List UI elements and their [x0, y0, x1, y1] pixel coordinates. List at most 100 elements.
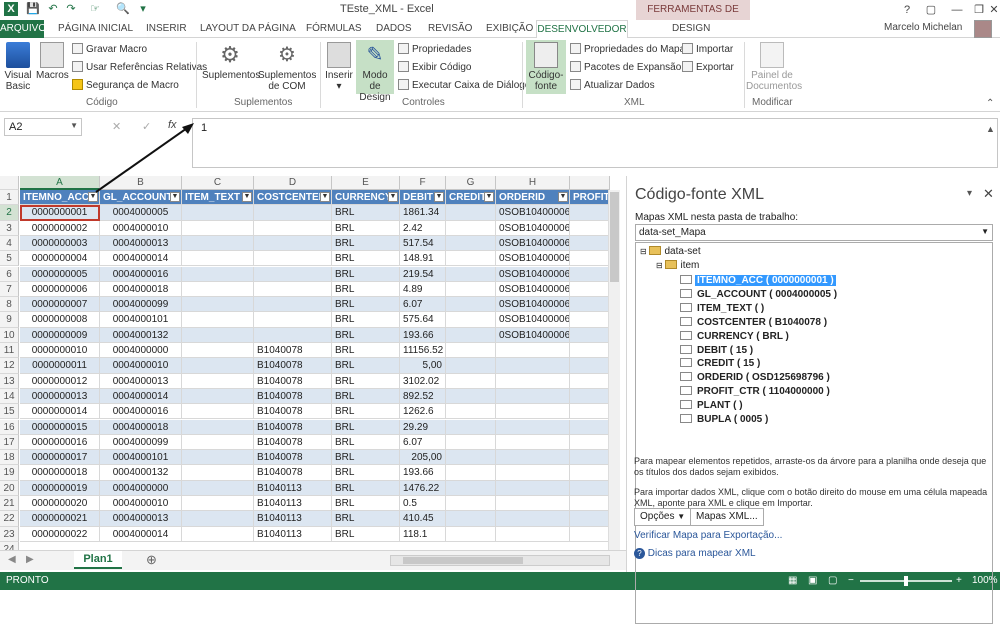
table-cell[interactable] — [182, 235, 254, 252]
table-cell[interactable] — [182, 465, 254, 481]
table-header-cell[interactable]: CURRENCY ▼ — [332, 190, 400, 206]
table-cell[interactable]: B1040078 — [254, 388, 332, 405]
table-cell[interactable]: 4.89 — [400, 281, 446, 298]
modo-design-button[interactable]: ✎ Modo de Design — [356, 40, 394, 103]
table-cell[interactable] — [446, 343, 496, 359]
table-cell[interactable]: 118.1 — [400, 526, 446, 542]
table-cell[interactable]: B1040113 — [254, 496, 332, 512]
table-cell[interactable]: 5,00 — [400, 358, 446, 374]
column-header[interactable]: F — [400, 176, 446, 190]
table-cell[interactable]: BRL — [332, 281, 400, 298]
table-cell[interactable]: BRL — [332, 511, 400, 527]
table-cell[interactable]: 0000000010 — [20, 343, 100, 359]
tab-pagina-inicial[interactable]: PÁGINA INICIAL — [58, 22, 133, 36]
table-cell[interactable]: BRL — [332, 450, 400, 466]
table-cell[interactable]: BRL — [332, 297, 400, 313]
user-name[interactable]: Marcelo Michelan — [884, 22, 962, 33]
save-icon[interactable]: 💾 — [26, 2, 40, 16]
table-cell[interactable]: 0000000015 — [20, 419, 100, 435]
table-cell[interactable] — [182, 266, 254, 282]
table-cell[interactable]: 0000000014 — [20, 404, 100, 420]
table-cell[interactable]: BRL — [332, 235, 400, 252]
tree-node-field[interactable]: ITEMNO_ACC ( 0000000001 ) — [680, 274, 836, 287]
row-header[interactable]: 11 — [0, 343, 19, 359]
scroll-thumb[interactable] — [610, 192, 619, 282]
table-cell[interactable]: 892.52 — [400, 388, 446, 405]
table-cell[interactable]: BRL — [332, 205, 400, 221]
print-preview-icon[interactable]: 🔍 — [116, 2, 130, 16]
table-cell[interactable] — [254, 251, 332, 267]
table-cell[interactable]: 0000000005 — [20, 266, 100, 282]
importar-button[interactable]: Importar — [682, 43, 733, 56]
row-header[interactable]: 18 — [0, 450, 19, 466]
tree-node-field[interactable]: CREDIT ( 15 ) — [680, 357, 762, 370]
table-cell[interactable]: 6.07 — [400, 434, 446, 451]
column-header[interactable]: E — [332, 176, 400, 190]
table-cell[interactable] — [570, 358, 610, 374]
table-cell[interactable]: 0000000002 — [20, 220, 100, 236]
table-cell[interactable]: 0000000013 — [20, 388, 100, 405]
table-cell[interactable] — [182, 419, 254, 435]
table-cell[interactable]: BRL — [332, 388, 400, 405]
executar-caixa-button[interactable]: Executar Caixa de Diálogo — [398, 79, 530, 92]
table-cell[interactable]: B1040113 — [254, 526, 332, 542]
table-cell[interactable] — [570, 450, 610, 466]
tree-node-field[interactable]: GL_ACCOUNT ( 0004000005 ) — [680, 288, 839, 301]
row-header[interactable]: 13 — [0, 373, 19, 389]
table-cell[interactable] — [446, 388, 496, 405]
tree-node-item[interactable]: ⊟ item — [656, 259, 699, 272]
table-cell[interactable] — [446, 235, 496, 252]
table-cell[interactable]: 0.5 — [400, 496, 446, 512]
row-header[interactable]: 21 — [0, 496, 19, 512]
column-header[interactable]: G — [446, 176, 496, 190]
tab-dados[interactable]: DADOS — [376, 22, 412, 36]
table-cell[interactable] — [446, 251, 496, 267]
column-header[interactable]: D — [254, 176, 332, 190]
table-cell[interactable] — [182, 220, 254, 236]
table-cell[interactable] — [254, 281, 332, 298]
table-cell[interactable]: B1040078 — [254, 434, 332, 451]
table-cell[interactable]: BRL — [332, 312, 400, 328]
table-cell[interactable]: 0000000019 — [20, 480, 100, 496]
pointer-icon[interactable]: ☞ — [88, 2, 102, 16]
table-cell[interactable]: 219.54 — [400, 266, 446, 282]
table-header-cell[interactable]: DEBIT ▼ — [400, 190, 446, 206]
table-cell[interactable] — [570, 343, 610, 359]
table-cell[interactable]: 0000000016 — [20, 434, 100, 451]
table-cell[interactable]: 0004000000 — [100, 480, 182, 496]
table-cell[interactable]: B1040078 — [254, 358, 332, 374]
column-header[interactable] — [570, 176, 610, 190]
table-cell[interactable] — [254, 327, 332, 343]
table-cell[interactable] — [182, 434, 254, 451]
row-header[interactable]: 9 — [0, 312, 19, 328]
table-cell[interactable]: 0004000010 — [100, 358, 182, 374]
table-cell[interactable] — [446, 419, 496, 435]
row-header[interactable]: 6 — [0, 266, 19, 282]
table-cell[interactable] — [182, 480, 254, 496]
table-cell[interactable]: 0000000022 — [20, 526, 100, 542]
table-cell[interactable]: 0SOB10400006 — [496, 220, 570, 236]
row-header[interactable]: 15 — [0, 404, 19, 420]
table-cell[interactable]: 0000000021 — [20, 511, 100, 527]
table-cell[interactable]: 11156.52 — [400, 343, 446, 359]
table-cell[interactable]: 0SOB10400006 — [496, 266, 570, 282]
table-cell[interactable] — [570, 373, 610, 389]
table-header-cell[interactable]: PROFIT — [570, 190, 610, 206]
collapse-ribbon-icon[interactable]: ⌃ — [986, 98, 994, 109]
table-cell[interactable] — [570, 327, 610, 343]
table-cell[interactable]: 0000000007 — [20, 297, 100, 313]
table-cell[interactable] — [496, 496, 570, 512]
table-cell[interactable] — [496, 526, 570, 542]
dicas-link-row[interactable]: ? Dicas para mapear XML — [634, 548, 756, 559]
table-cell[interactable]: B1040113 — [254, 480, 332, 496]
tree-node-field[interactable]: BUPLA ( 0005 ) — [680, 413, 770, 426]
table-cell[interactable]: BRL — [332, 526, 400, 542]
table-cell[interactable]: 0004000018 — [100, 281, 182, 298]
table-cell[interactable]: 0000000004 — [20, 251, 100, 267]
table-cell[interactable] — [446, 281, 496, 298]
table-cell[interactable]: 0SOB10400006 — [496, 297, 570, 313]
row-header[interactable]: 7 — [0, 281, 19, 298]
add-sheet-icon[interactable]: ⊕ — [146, 552, 157, 568]
row-header[interactable]: 2 — [0, 205, 19, 221]
table-cell[interactable]: 1476.22 — [400, 480, 446, 496]
